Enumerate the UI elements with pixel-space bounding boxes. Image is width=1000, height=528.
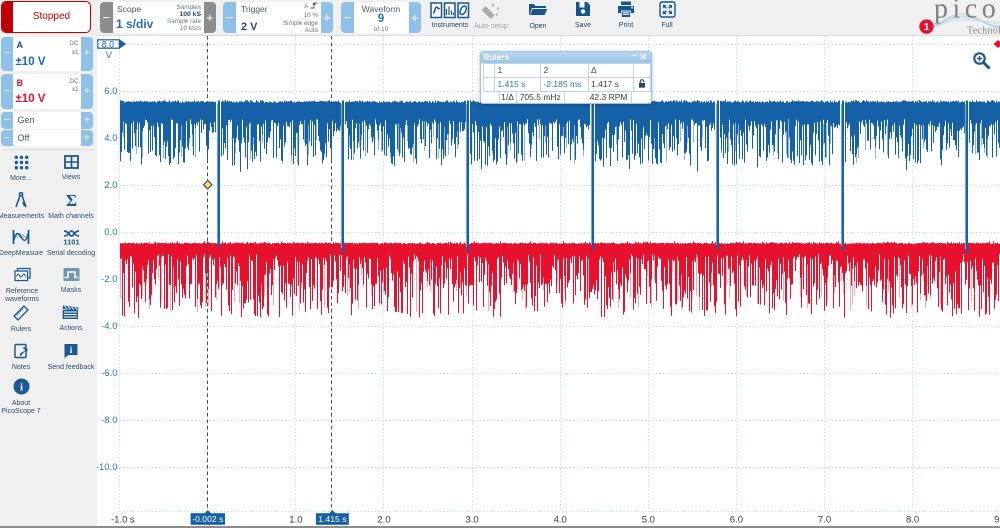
svg-text:7.0: 7.0 (818, 514, 831, 525)
svg-text:Σ: Σ (65, 192, 76, 208)
svg-text:-6.0: -6.0 (101, 368, 117, 379)
svg-text:-2.0: -2.0 (101, 274, 117, 285)
svg-text:-8.0: -8.0 (101, 415, 117, 426)
svg-text:1101: 1101 (63, 238, 79, 246)
svg-text:1.0: 1.0 (289, 514, 302, 525)
svg-text:4.0: 4.0 (104, 133, 117, 144)
svg-text:-10.0: -10.0 (97, 462, 118, 473)
svg-text:9.0: 9.0 (994, 514, 1000, 525)
svg-text:1.415 s: 1.415 s (318, 514, 346, 524)
svg-text:8.0: 8.0 (102, 39, 114, 49)
svg-text:i: i (19, 382, 22, 394)
svg-text:8.0: 8.0 (906, 514, 919, 525)
svg-text:2.0: 2.0 (377, 514, 390, 525)
svg-text:3.0: 3.0 (465, 514, 478, 525)
svg-text:Technology: Technology (967, 26, 1000, 37)
svg-text:6.0: 6.0 (730, 514, 743, 525)
svg-text:-4.0: -4.0 (101, 321, 117, 332)
svg-text:0.0: 0.0 (104, 227, 117, 238)
svg-text:V: V (106, 50, 113, 61)
svg-text:6.0: 6.0 (104, 86, 117, 97)
svg-text:-0.002 s: -0.002 s (192, 514, 223, 524)
svg-text:-1.0 s: -1.0 s (111, 514, 135, 525)
svg-text:5.0: 5.0 (642, 514, 655, 525)
svg-text:2.0: 2.0 (104, 180, 117, 191)
svg-text:1: 1 (924, 22, 930, 33)
svg-text:4.0: 4.0 (554, 514, 567, 525)
svg-text:pico: pico (934, 0, 1000, 25)
